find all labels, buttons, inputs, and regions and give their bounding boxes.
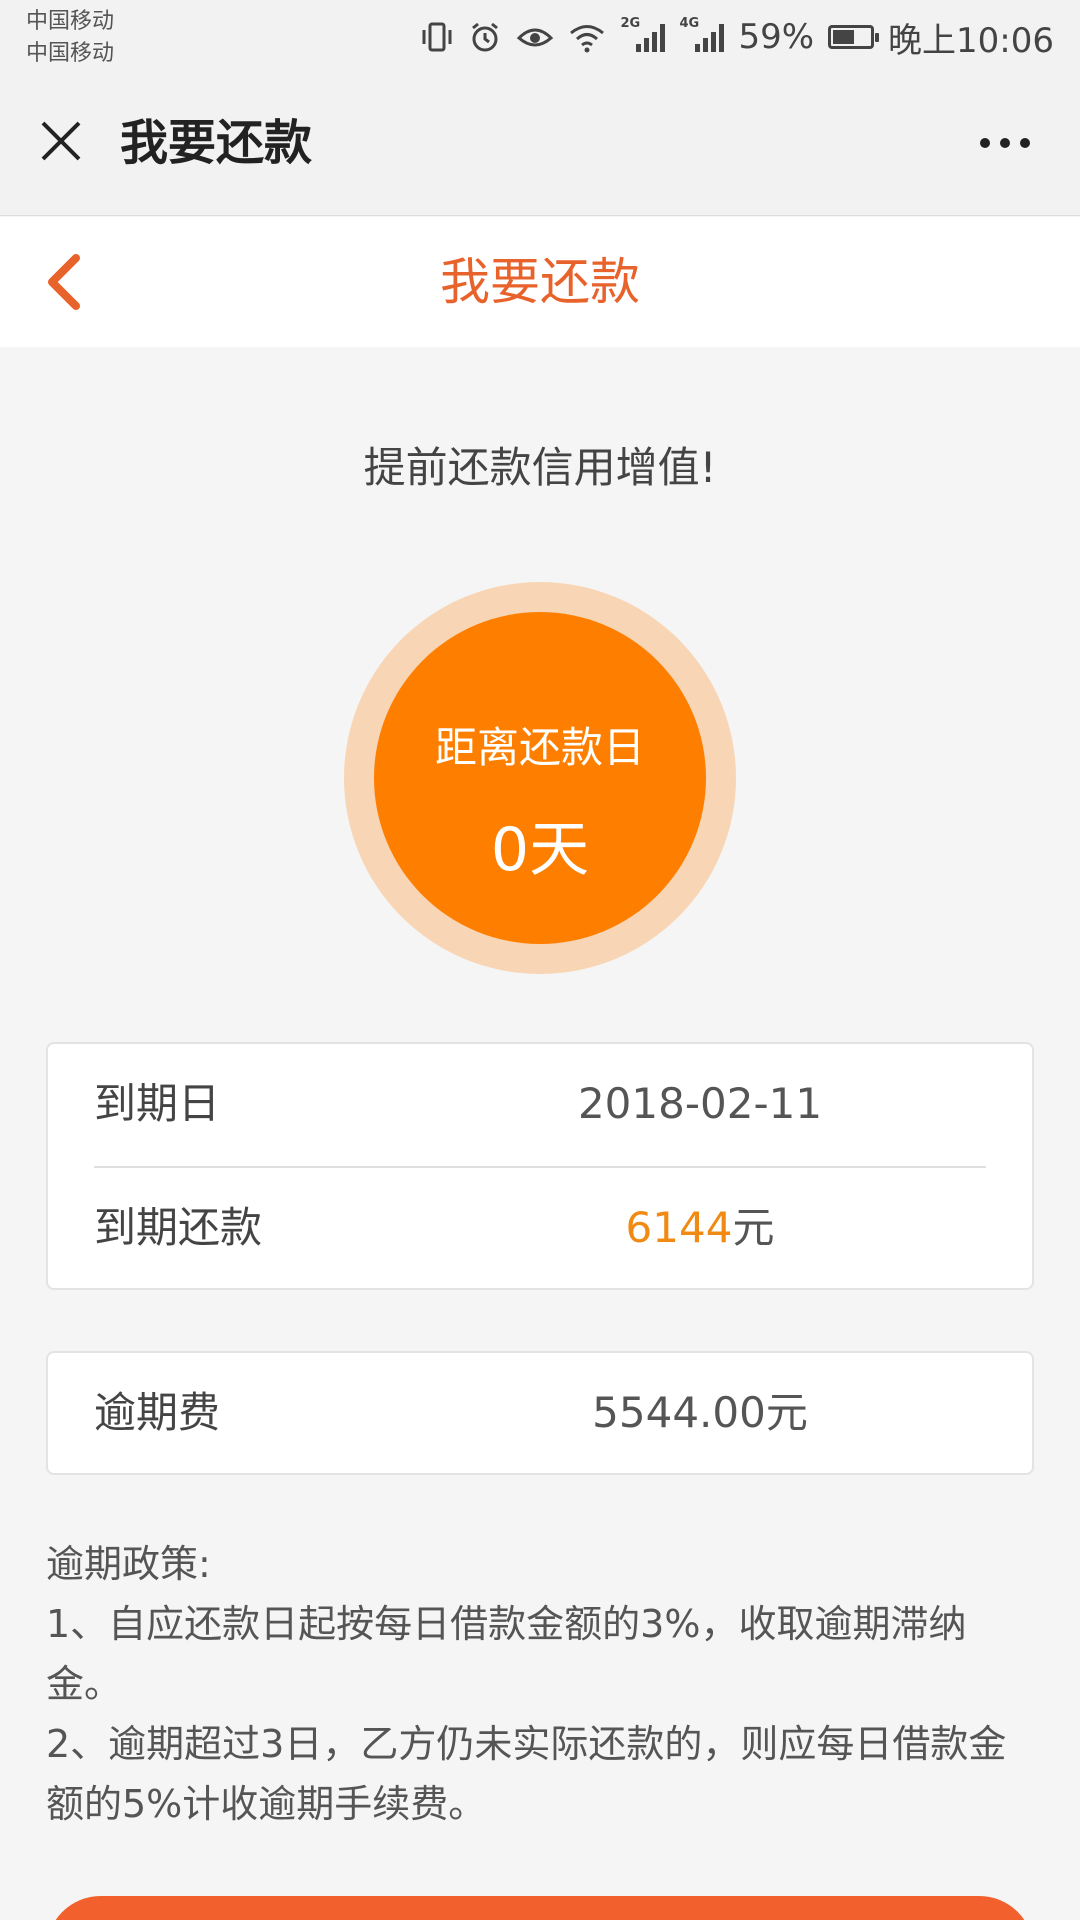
- eye-comfort-icon: [516, 20, 554, 54]
- due-amount-unit: 元: [732, 1203, 775, 1252]
- more-icon: [980, 138, 990, 148]
- signal-icon: 2G: [620, 16, 666, 52]
- status-bar: 中国移动 中国移动 2G 4G 59% 晚上10:06: [0, 0, 1080, 72]
- overdue-fee-value: 5544.00元: [592, 1388, 808, 1437]
- countdown-value: 0天: [490, 815, 590, 885]
- repay-button[interactable]: [46, 1896, 1034, 1920]
- overdue-fee-row: 逾期费 5544.00元: [48, 1353, 1032, 1475]
- policy-item-1: 1、自应还款日起按每日借款金额的3%，收取逾期滞纳金。: [46, 1602, 967, 1706]
- countdown-label: 距离还款日: [434, 723, 645, 772]
- policy-title: 逾期政策:: [46, 1542, 211, 1586]
- close-icon: [41, 121, 81, 161]
- carrier-1: 中国移动: [26, 9, 115, 34]
- carrier-info: 中国移动 中国移动: [26, 6, 114, 70]
- due-date-row: 到期日 2018-02-11: [48, 1044, 1032, 1166]
- due-date-label: 到期日: [94, 1079, 221, 1128]
- alarm-icon: [468, 20, 502, 54]
- top-nav-bar: 我要还款: [0, 72, 1080, 216]
- vibrate-icon: [420, 20, 454, 54]
- clock: 晚上10:06: [888, 20, 1054, 61]
- battery-fill: [833, 30, 855, 44]
- due-amount-value: 6144: [625, 1203, 733, 1252]
- network-type-1: 2G: [620, 16, 641, 31]
- status-icons: 2G 4G 59% 晚上10:06: [420, 12, 1054, 62]
- countdown-circle: 距离还款日 0天: [374, 612, 706, 944]
- policy-item-2: 2、逾期超过3日，乙方仍未实际还款的，则应每日借款金额的5%计收逾期手续费。: [46, 1722, 1007, 1826]
- more-icon: [1000, 138, 1010, 148]
- page-title: 我要还款: [440, 253, 640, 311]
- due-date-value: 2018-02-11: [577, 1079, 823, 1128]
- due-info-card: 到期日 2018-02-11 到期还款 6144元: [46, 1042, 1034, 1290]
- overdue-policy: 逾期政策: 1、自应还款日起按每日借款金额的3%，收取逾期滞纳金。 2、逾期超过…: [46, 1534, 1036, 1834]
- battery-percent: 59%: [738, 17, 815, 57]
- overdue-fee-label: 逾期费: [94, 1388, 221, 1437]
- more-button[interactable]: [970, 118, 1040, 168]
- due-amount-row: 到期还款 6144元: [48, 1168, 1032, 1290]
- page-header: 我要还款: [0, 217, 1080, 347]
- close-button[interactable]: [30, 110, 92, 172]
- more-icon: [1020, 138, 1030, 148]
- battery-icon: [828, 25, 880, 49]
- countdown-ring: 距离还款日 0天: [344, 582, 736, 974]
- signal-icon: 4G: [679, 16, 725, 52]
- due-amount-value-wrap: 6144元: [488, 1198, 1032, 1258]
- due-amount-label: 到期还款: [94, 1203, 263, 1252]
- carrier-2: 中国移动: [26, 41, 115, 66]
- network-type-2: 4G: [679, 16, 700, 31]
- slogan-text: 提前还款信用增值!: [363, 443, 717, 492]
- nav-title: 我要还款: [120, 115, 313, 171]
- wifi-icon: [568, 20, 606, 54]
- overdue-fee-card: 逾期费 5544.00元: [46, 1351, 1034, 1475]
